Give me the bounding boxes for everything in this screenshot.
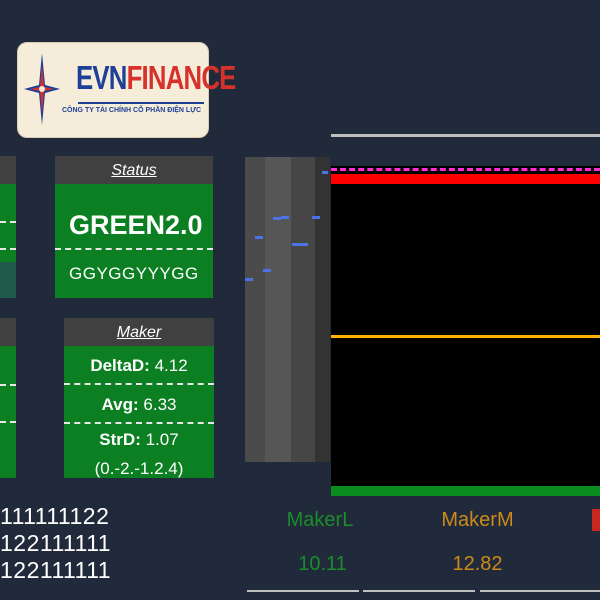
mini-marker: [292, 243, 300, 246]
maker-title: Maker: [64, 318, 214, 346]
left-panel-bottom-divider: [0, 384, 16, 386]
maker-avg-row: Avg: 6.33: [64, 395, 214, 415]
left-panel-bottom-header: [0, 318, 16, 346]
maker-m-value: 12.82: [452, 553, 503, 575]
left-panel-bottom-divider: [0, 421, 16, 423]
number-line-2: 122111111: [0, 530, 112, 556]
maker-divider: [64, 422, 214, 424]
left-panel-top-divider: [0, 221, 16, 223]
maker-m-label: MakerM: [441, 509, 514, 531]
number-line-1: 111111122: [0, 503, 110, 529]
maker-l-value: 10.11: [298, 553, 347, 575]
maker-r-label-fragment: [592, 509, 600, 531]
mini-marker: [312, 216, 320, 219]
chart-yellow-line: [331, 335, 600, 338]
logo-finance: FINANCE: [126, 59, 237, 96]
mini-column: [265, 157, 291, 462]
logo-underline: [78, 102, 204, 104]
status-value: GREEN2.0: [69, 210, 203, 240]
status-divider: [55, 248, 213, 250]
maker-panel: Maker DeltaD: 4.12 Avg: 6.33 StrD: 1.07 …: [64, 318, 214, 478]
star-emblem-icon: [24, 53, 60, 125]
main-chart: [331, 166, 600, 496]
maker-l-label: MakerL: [286, 509, 354, 531]
mini-marker: [263, 269, 271, 272]
maker-delta-value: 4.12: [154, 356, 188, 375]
maker-avg-value: 6.33: [143, 395, 177, 414]
left-panel-top-teal: [0, 262, 16, 298]
left-panel-top-header: [0, 156, 16, 184]
maker-strd-row: StrD: 1.07: [64, 430, 214, 450]
maker-strd-label: StrD:: [99, 430, 141, 449]
mini-column: [291, 157, 315, 462]
logo-evn: EVN: [76, 59, 127, 96]
mini-column: [245, 157, 265, 462]
left-panel-top: [0, 156, 16, 298]
mini-column-chart: [245, 157, 330, 462]
mini-marker: [281, 216, 289, 219]
table-border: [247, 590, 359, 592]
chart-red-band: [331, 174, 600, 184]
maker-pattern: (0.-2.-1.2.4): [94, 459, 184, 478]
mini-marker: [273, 217, 281, 220]
table-border: [480, 590, 600, 592]
chart-top-border: [331, 134, 600, 137]
status-title: Status: [55, 156, 213, 184]
number-line-3: 122111111: [0, 557, 112, 583]
table-border: [363, 590, 475, 592]
number-sequences: 111111122 122111111 122111111: [0, 503, 111, 584]
chart-magenta-line: [331, 168, 600, 171]
chart-marker: [322, 171, 328, 174]
status-sequence: GGYGGYYYGG: [69, 264, 199, 283]
maker-delta-label: DeltaD:: [90, 356, 150, 375]
chart-green-band: [331, 486, 600, 496]
left-panel-top-divider: [0, 248, 16, 250]
maker-avg-label: Avg:: [101, 395, 139, 414]
evnfinance-logo: EVNFINANCE CÔNG TY TÀI CHÍNH CỔ PHẦN ĐIỆ…: [17, 42, 236, 138]
mini-marker: [255, 236, 263, 239]
maker-delta-row: DeltaD: 4.12: [64, 356, 214, 376]
logo-brand: EVNFINANCE: [76, 59, 236, 97]
logo-tagline: CÔNG TY TÀI CHÍNH CỔ PHẦN ĐIỆN LỰC: [62, 107, 202, 114]
status-panel: Status GREEN2.0 GGYGGYYYGG: [55, 156, 213, 298]
mini-marker: [300, 243, 308, 246]
left-panel-bottom: [0, 318, 16, 478]
mini-column: [315, 157, 330, 462]
maker-strd-value: 1.07: [145, 430, 179, 449]
mini-marker: [245, 278, 253, 281]
maker-divider: [64, 383, 214, 385]
